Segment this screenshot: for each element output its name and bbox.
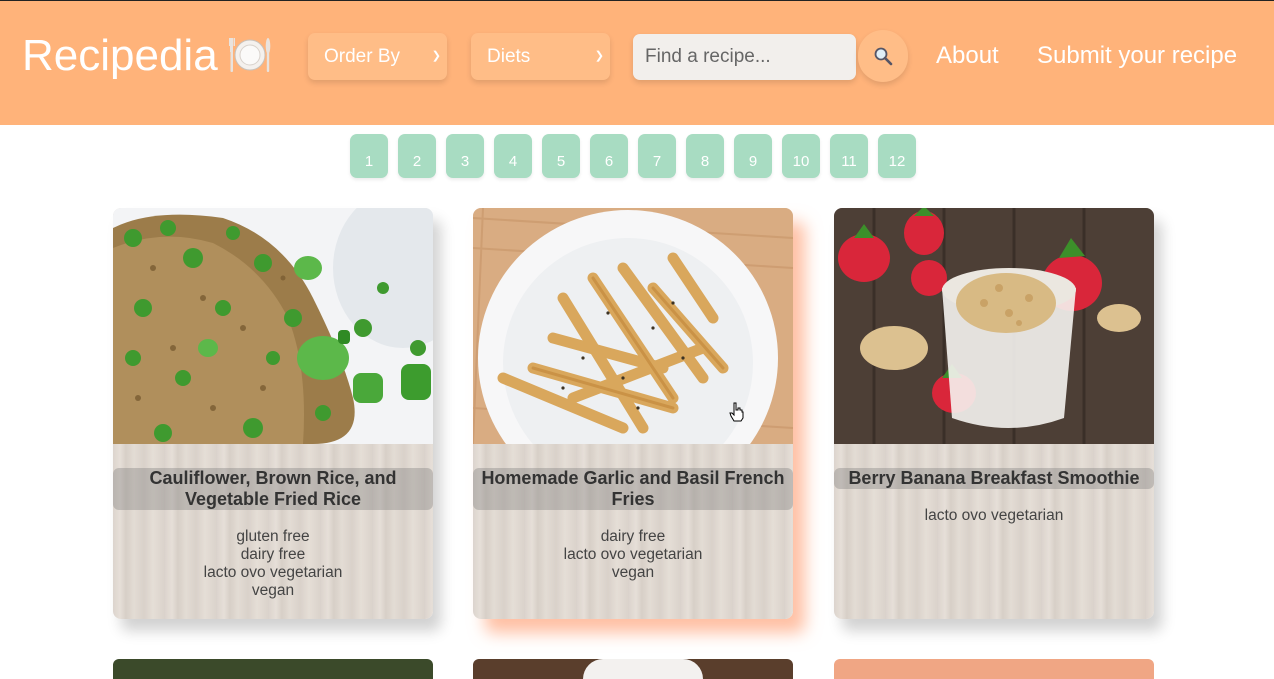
recipe-diets: lacto ovo vegetarian (834, 507, 1154, 525)
diet-tag: dairy free (600, 528, 666, 545)
page-button-4[interactable]: 4 (494, 134, 532, 178)
navbar: Recipedia Order By ❯ Diets ❯ About Su (0, 0, 1274, 125)
recipe-card-partial[interactable] (473, 659, 793, 679)
fried-rice-photo (113, 208, 433, 444)
page-button-5[interactable]: 5 (542, 134, 580, 178)
recipe-card[interactable]: Berry Banana Breakfast Smoothie lacto ov… (834, 208, 1154, 619)
french-fries-photo (473, 208, 793, 444)
recipe-card[interactable]: Cauliflower, Brown Rice, and Vegetable F… (113, 208, 433, 619)
chevron-down-icon: ❯ (431, 50, 441, 62)
recipe-card-partial[interactable] (834, 659, 1154, 679)
recipe-title[interactable]: Homemade Garlic and Basil French Fries (473, 468, 793, 510)
page-button-3[interactable]: 3 (446, 134, 484, 178)
nav-about-link[interactable]: About (936, 41, 999, 71)
diet-tag: dairy free (240, 546, 306, 563)
diet-tag: vegan (611, 564, 655, 581)
order-by-label: Order By (324, 46, 401, 67)
nav-submit-recipe-link[interactable]: Submit your recipe (1037, 41, 1237, 71)
diet-tag: lacto ovo vegetarian (203, 564, 343, 581)
page-button-6[interactable]: 6 (590, 134, 628, 178)
page-button-10[interactable]: 10 (782, 134, 820, 178)
page-button-2[interactable]: 2 (398, 134, 436, 178)
diets-select[interactable]: Diets ❯ (471, 33, 610, 80)
plate-cutlery-icon (228, 32, 272, 76)
chevron-down-icon: ❯ (594, 50, 604, 62)
recipe-title[interactable]: Berry Banana Breakfast Smoothie (834, 468, 1154, 489)
diets-label: Diets (487, 46, 531, 67)
plate-shape (583, 659, 703, 679)
page-button-9[interactable]: 9 (734, 134, 772, 178)
search-button[interactable] (858, 30, 908, 82)
page-button-8[interactable]: 8 (686, 134, 724, 178)
page-button-11[interactable]: 11 (830, 134, 868, 178)
diet-tag: lacto ovo vegetarian (924, 507, 1064, 524)
page-button-12[interactable]: 12 (878, 134, 916, 178)
recipe-card-partial[interactable] (113, 659, 433, 679)
recipe-diets: dairy free lacto ovo vegetarian vegan (473, 528, 793, 582)
diet-tag: gluten free (236, 528, 310, 545)
order-by-select[interactable]: Order By ❯ (308, 33, 447, 80)
page-button-1[interactable]: 1 (350, 134, 388, 178)
diet-tag: lacto ovo vegetarian (563, 546, 703, 563)
search-input[interactable] (633, 34, 856, 80)
brand-logo[interactable]: Recipedia (22, 31, 272, 81)
hand-cursor-icon (729, 402, 744, 422)
search-icon (874, 47, 893, 66)
smoothie-photo (834, 208, 1154, 444)
page-button-7[interactable]: 7 (638, 134, 676, 178)
brand-name[interactable]: Recipedia (22, 31, 218, 80)
diet-tag: vegan (251, 582, 295, 599)
recipe-diets: gluten free dairy free lacto ovo vegetar… (113, 528, 433, 600)
recipe-card[interactable]: Homemade Garlic and Basil French Fries d… (473, 208, 793, 619)
recipe-title[interactable]: Cauliflower, Brown Rice, and Vegetable F… (113, 468, 433, 510)
